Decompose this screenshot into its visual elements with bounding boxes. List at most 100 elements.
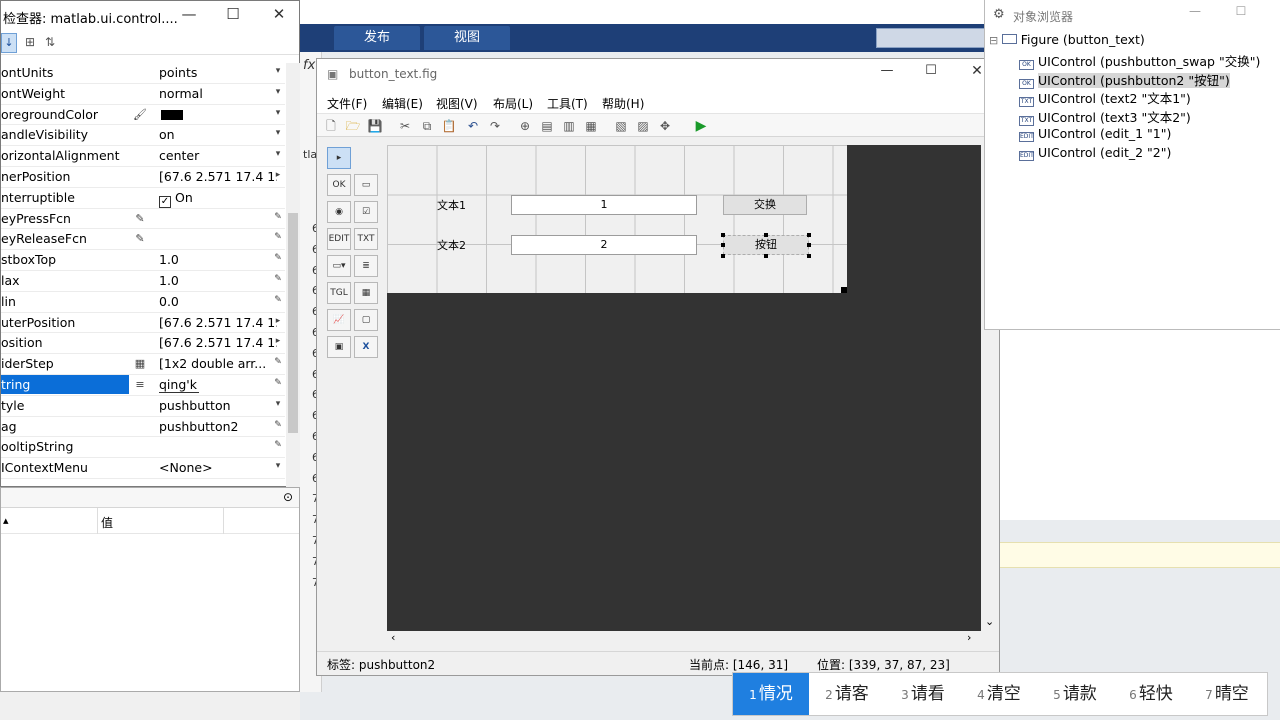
property-value[interactable]: normal [159,86,277,101]
property-control-icon[interactable]: ▾ [273,128,283,138]
property-value[interactable]: pushbutton [159,398,277,413]
color-swatch-icon[interactable] [161,110,183,121]
property-control-icon[interactable]: ✎ [273,212,283,222]
property-row[interactable]: orizontalAlignment center ▾ [1,146,285,167]
property-row[interactable]: ooltipString ✎ [1,437,285,459]
new-icon[interactable]: 🗋 [323,118,339,134]
property-row[interactable]: eyPressFcn ✎ ✎ [1,209,285,230]
property-editor-icon[interactable]: ✎ [131,211,149,227]
property-editor-icon[interactable]: ✎ [131,231,149,247]
property-control-icon[interactable]: ✎ [273,440,283,450]
paste-icon[interactable]: 📋 [441,118,457,134]
redo-icon[interactable]: ↷ [487,118,503,134]
scroll-right-icon[interactable]: › [967,631,971,644]
ime-candidate[interactable]: 3 请看 [885,673,961,715]
property-value[interactable]: [67.6 2.571 17.4 1.6... [159,335,277,350]
swap-button[interactable]: 交换 [723,195,807,215]
tree-node-figure[interactable]: ⊟ Figure (button_text) [989,32,1145,47]
panel-tool-icon[interactable]: ▢ [354,309,378,331]
property-control-icon[interactable]: ▾ [273,87,283,97]
property-row[interactable]: nerPosition [67.6 2.571 17.4 1.6...▸ [1,167,285,188]
edit-tool-icon[interactable]: EDIT [327,228,351,250]
property-value[interactable]: 1.0 [159,273,277,288]
property-control-icon[interactable]: ✎ [273,253,283,263]
ime-candidate[interactable]: 6 轻快 [1113,673,1189,715]
save-icon[interactable]: 💾 [367,118,383,134]
property-editor-icon[interactable]: 🖌 [131,107,149,123]
property-value[interactable]: [67.6 2.571 17.4 1.6... [159,169,277,184]
tree-node-uicontrol[interactable]: EDIT UIControl (edit_1 "1") [1019,126,1171,142]
chevron-down-icon[interactable]: ⊙ [283,490,293,504]
property-control-icon[interactable]: ✎ [273,378,283,388]
property-control-icon[interactable]: ▸ [273,170,283,180]
property-value[interactable]: on [159,127,277,142]
property-value[interactable]: pushbutton2 [159,419,277,434]
selection-handle[interactable] [764,254,768,258]
expand-all-icon[interactable]: ⊞ [25,35,35,49]
property-row[interactable]: ontUnits points ▾ [1,63,285,84]
property-row[interactable]: ag pushbutton2 ✎ [1,417,285,438]
property-value[interactable]: <None> [159,460,277,475]
tree-node-uicontrol[interactable]: TXT UIControl (text3 "文本2") [1019,107,1191,127]
text-tool-icon[interactable]: TXT [354,228,378,250]
selection-handle[interactable] [764,233,768,237]
ribbon-tab-publish[interactable]: 发布 [334,26,420,50]
menu-file[interactable]: 文件(F) [327,95,367,112]
property-control-icon[interactable]: ▾ [273,461,283,471]
property-row[interactable]: tring ≡ qing'k ✎ [1,374,285,396]
buttongroup-tool-icon[interactable]: ▣ [327,336,351,358]
property-row[interactable]: lin 0.0 ✎ [1,292,285,313]
undo-icon[interactable]: ↶ [465,118,481,134]
tree-node-uicontrol[interactable]: OK UIControl (pushbutton2 "按钮") [1019,70,1230,89]
minimize-icon[interactable]: — [179,5,199,23]
edit2-field[interactable]: 2 [511,235,697,255]
text1-label[interactable]: 文本1 [437,197,466,213]
property-value[interactable]: [67.6 2.571 17.4 1.6... [159,315,277,330]
property-control-icon[interactable]: ▾ [273,108,283,118]
object-browser-icon[interactable]: ✥ [657,118,673,134]
property-value[interactable]: points [159,65,277,80]
property-row[interactable]: nterruptible ✓ On [1,188,285,209]
editor-icon[interactable]: ▧ [613,118,629,134]
togglebutton-tool-icon[interactable]: TGL [327,282,351,304]
menu-editor-icon[interactable]: ▤ [539,118,555,134]
menu-layout[interactable]: 布局(L) [493,95,533,112]
property-control-icon[interactable]: ▾ [273,149,283,159]
menu-view[interactable]: 视图(V) [436,95,478,112]
selection-handle[interactable] [807,233,811,237]
selection-handle[interactable] [807,243,811,247]
checkbox-tool-icon[interactable]: ☑ [354,201,378,223]
property-row[interactable]: stboxTop 1.0 ✎ [1,250,285,271]
edit1-field[interactable]: 1 [511,195,697,215]
radiobutton-tool-icon[interactable]: ◉ [327,201,351,223]
selection-handle[interactable] [807,254,811,258]
property-row[interactable]: oregroundColor 🖌 ▾ [1,105,285,126]
scrollbar-thumb[interactable] [288,213,298,433]
maximize-icon[interactable]: ☐ [223,5,243,23]
run-icon[interactable]: ▶ [693,118,709,134]
select-tool-icon[interactable]: ▸ [327,147,351,169]
property-control-icon[interactable]: ▾ [273,399,283,409]
cut-icon[interactable]: ✂ [397,118,413,134]
pushbutton2[interactable]: 按钮 [723,235,809,255]
property-control-icon[interactable]: ✎ [273,232,283,242]
property-row[interactable]: ontWeight normal ▾ [1,84,285,105]
menu-edit[interactable]: 编辑(E) [382,95,423,112]
property-row[interactable]: lax 1.0 ✎ [1,271,285,292]
selection-handle[interactable] [721,243,725,247]
property-control-icon[interactable]: ✎ [273,420,283,430]
tree-node-uicontrol[interactable]: TXT UIControl (text2 "文本1") [1019,88,1191,108]
property-editor-icon[interactable]: ≡ [131,377,149,393]
property-control-icon[interactable]: ✎ [273,274,283,284]
ime-candidate[interactable]: 7 晴空 [1189,673,1265,715]
activex-tool-icon[interactable]: X [354,336,378,358]
property-editor-icon[interactable]: ▦ [131,356,149,372]
tab-order-icon[interactable]: ▥ [561,118,577,134]
property-row[interactable]: iderStep ▦ [1x2 double arr... ✎ [1,354,285,375]
collapse-icon[interactable]: ⊟ [989,34,1002,47]
property-checkbox[interactable]: ✓ On [159,190,277,208]
listbox-tool-icon[interactable]: ≣ [354,255,378,277]
property-control-icon[interactable]: ▸ [273,316,283,326]
selection-handle[interactable] [721,254,725,258]
ribbon-tab-view[interactable]: 视图 [424,26,510,50]
